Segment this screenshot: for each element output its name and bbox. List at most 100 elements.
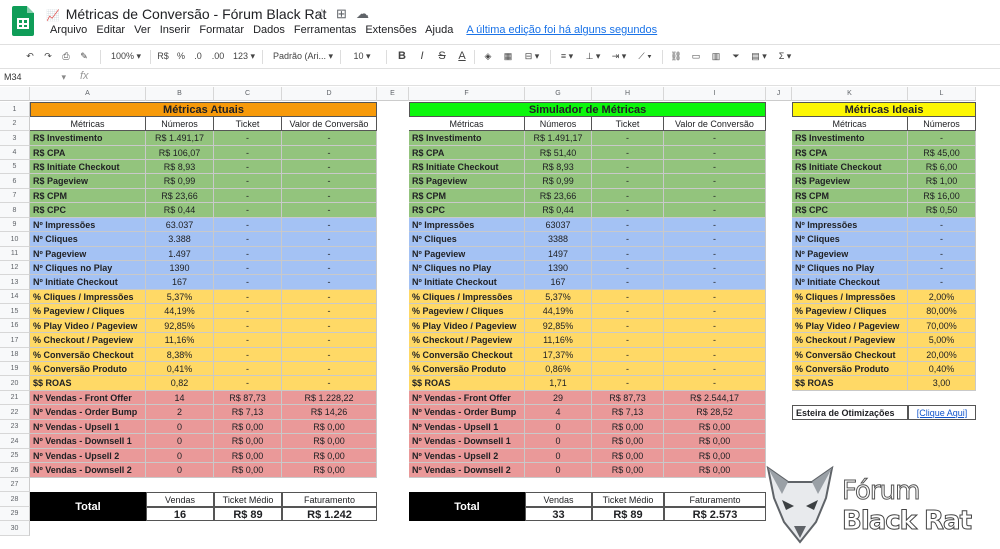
cell-table2-value[interactable]: -: [592, 261, 664, 275]
cell-table2-metric[interactable]: Nº Vendas - Upsell 2: [409, 449, 525, 463]
cell-table2-metric[interactable]: % Conversão Produto: [409, 362, 525, 376]
row-header-6[interactable]: 6: [0, 174, 30, 189]
cell-table1-value[interactable]: -: [214, 203, 282, 218]
row-header-2[interactable]: 2: [0, 117, 30, 131]
cell-table2-value[interactable]: -: [592, 218, 664, 232]
cell-table1-value[interactable]: R$ 0,00: [282, 463, 377, 478]
row-header-5[interactable]: 5: [0, 160, 30, 174]
cell-table1-metric[interactable]: % Checkout / Pageview: [30, 333, 146, 348]
cell-table3-metric[interactable]: $$ ROAS: [792, 376, 908, 391]
cell-table2-value[interactable]: 1,71: [525, 376, 592, 391]
cell-table2-value[interactable]: -: [664, 304, 766, 319]
text-color-icon[interactable]: A: [454, 48, 470, 65]
row-header-28[interactable]: 28: [0, 492, 30, 507]
cell-table2-value[interactable]: -: [592, 290, 664, 304]
cell-table2-metric[interactable]: R$ Pageview: [409, 174, 525, 189]
cell-table1-value[interactable]: 0: [146, 449, 214, 463]
cell-table1-value[interactable]: -: [214, 247, 282, 261]
cell-table2-value[interactable]: 0: [525, 463, 592, 478]
undo-icon[interactable]: ↶: [22, 48, 38, 65]
cell-table1-value[interactable]: R$ 87,73: [214, 391, 282, 405]
increase-decimal-button[interactable]: .00: [208, 48, 228, 65]
cell-table2-total-header[interactable]: Ticket Médio: [592, 492, 664, 507]
column-header-l[interactable]: L: [908, 87, 976, 101]
cell-table3-metric[interactable]: % Pageview / Cliques: [792, 304, 908, 319]
cell-table1-value[interactable]: 44,19%: [146, 304, 214, 319]
cell-table2-value[interactable]: -: [592, 275, 664, 290]
cell-table2-metric[interactable]: % Play Video / Pageview: [409, 319, 525, 333]
cell-table2-value[interactable]: R$ 0,00: [664, 420, 766, 434]
star-icon[interactable]: ☆: [316, 6, 328, 22]
link-icon[interactable]: ⛓: [668, 48, 684, 65]
cell-table1-metric[interactable]: R$ CPA: [30, 146, 146, 160]
redo-icon[interactable]: ↷: [40, 48, 56, 65]
cell-table2-metric[interactable]: Nº Vendas - Upsell 1: [409, 420, 525, 434]
cell-table1-value[interactable]: 14: [146, 391, 214, 405]
cell-table3-value[interactable]: -: [908, 131, 976, 146]
cell-table2-value[interactable]: -: [664, 376, 766, 391]
row-header-10[interactable]: 10: [0, 232, 30, 247]
cell-table3-metric[interactable]: R$ Initiate Checkout: [792, 160, 908, 174]
cell-table2-metric[interactable]: R$ Initiate Checkout: [409, 160, 525, 174]
menu-editar[interactable]: Editar: [96, 24, 125, 36]
cell-table1-value[interactable]: 1390: [146, 261, 214, 275]
cell-table1-value[interactable]: R$ 0,00: [282, 449, 377, 463]
cell-table3-metric[interactable]: Nº Cliques: [792, 232, 908, 247]
cell-table1-metric[interactable]: Nº Impressões: [30, 218, 146, 232]
zoom-select[interactable]: 100% ▾: [106, 48, 146, 65]
cell-table1-metric[interactable]: $$ ROAS: [30, 376, 146, 391]
menu-ajuda[interactable]: Ajuda: [425, 24, 453, 36]
italic-icon[interactable]: I: [414, 48, 430, 65]
cell-table1-metric[interactable]: Nº Pageview: [30, 247, 146, 261]
cell-table1-value[interactable]: 92,85%: [146, 319, 214, 333]
cell-table1-value[interactable]: -: [282, 333, 377, 348]
cell-table1-metric[interactable]: % Conversão Produto: [30, 362, 146, 376]
cell-table2-value[interactable]: -: [592, 232, 664, 247]
cell-table3-metric[interactable]: R$ CPM: [792, 189, 908, 203]
cell-table1-total-value[interactable]: R$ 1.242: [282, 507, 377, 521]
cell-table2-metric[interactable]: Nº Impressões: [409, 218, 525, 232]
cell-table2-value[interactable]: -: [664, 189, 766, 203]
menu-arquivo[interactable]: Arquivo: [50, 24, 87, 36]
cell-table2-value[interactable]: 1390: [525, 261, 592, 275]
column-header-k[interactable]: K: [792, 87, 908, 101]
cell-table2-value[interactable]: R$ 0,00: [664, 449, 766, 463]
cell-table1-header[interactable]: Números: [146, 117, 214, 131]
cell-table3-value[interactable]: R$ 1,00: [908, 174, 976, 189]
row-header-9[interactable]: 9: [0, 218, 30, 232]
cell-table1-total-value[interactable]: R$ 89: [214, 507, 282, 521]
cell-table2-total-header[interactable]: Faturamento: [664, 492, 766, 507]
row-header-13[interactable]: 13: [0, 275, 30, 290]
cell-table2-value[interactable]: 3388: [525, 232, 592, 247]
cell-table2-value[interactable]: R$ 0,00: [592, 463, 664, 478]
cell-table3-metric[interactable]: Nº Impressões: [792, 218, 908, 232]
cell-table2-header[interactable]: Números: [525, 117, 592, 131]
cell-table1-value[interactable]: -: [282, 232, 377, 247]
cell-table1-value[interactable]: -: [282, 203, 377, 218]
cell-table2-total-label[interactable]: Total: [409, 492, 525, 521]
cell-table2-value[interactable]: -: [592, 203, 664, 218]
row-header-20[interactable]: 20: [0, 376, 30, 391]
cell-table1-metric[interactable]: Nº Vendas - Upsell 1: [30, 420, 146, 434]
cell-table1-total-header[interactable]: Faturamento: [282, 492, 377, 507]
cell-table3-metric[interactable]: Nº Initiate Checkout: [792, 275, 908, 290]
row-header-25[interactable]: 25: [0, 449, 30, 463]
row-header-22[interactable]: 22: [0, 405, 30, 420]
cell-table2-value[interactable]: R$ 1.491,17: [525, 131, 592, 146]
row-header-7[interactable]: 7: [0, 189, 30, 203]
cell-table2-value[interactable]: R$ 51,40: [525, 146, 592, 160]
cell-table1-total-header[interactable]: Ticket Médio: [214, 492, 282, 507]
cell-table1-value[interactable]: -: [214, 333, 282, 348]
cell-table1-metric[interactable]: % Cliques / Impressões: [30, 290, 146, 304]
cell-table1-value[interactable]: 8,38%: [146, 348, 214, 362]
cell-table1-value[interactable]: -: [214, 290, 282, 304]
cell-table1-value[interactable]: -: [214, 362, 282, 376]
optimization-link[interactable]: [Clique Aqui]: [908, 405, 976, 420]
cell-table1-value[interactable]: -: [282, 131, 377, 146]
cell-table2-metric[interactable]: % Conversão Checkout: [409, 348, 525, 362]
cell-table2-value[interactable]: R$ 2.544,17: [664, 391, 766, 405]
cell-table2-value[interactable]: 63037: [525, 218, 592, 232]
cell-table3-metric[interactable]: % Cliques / Impressões: [792, 290, 908, 304]
cell-table1-value[interactable]: 5,37%: [146, 290, 214, 304]
row-header-30[interactable]: 30: [0, 521, 30, 536]
